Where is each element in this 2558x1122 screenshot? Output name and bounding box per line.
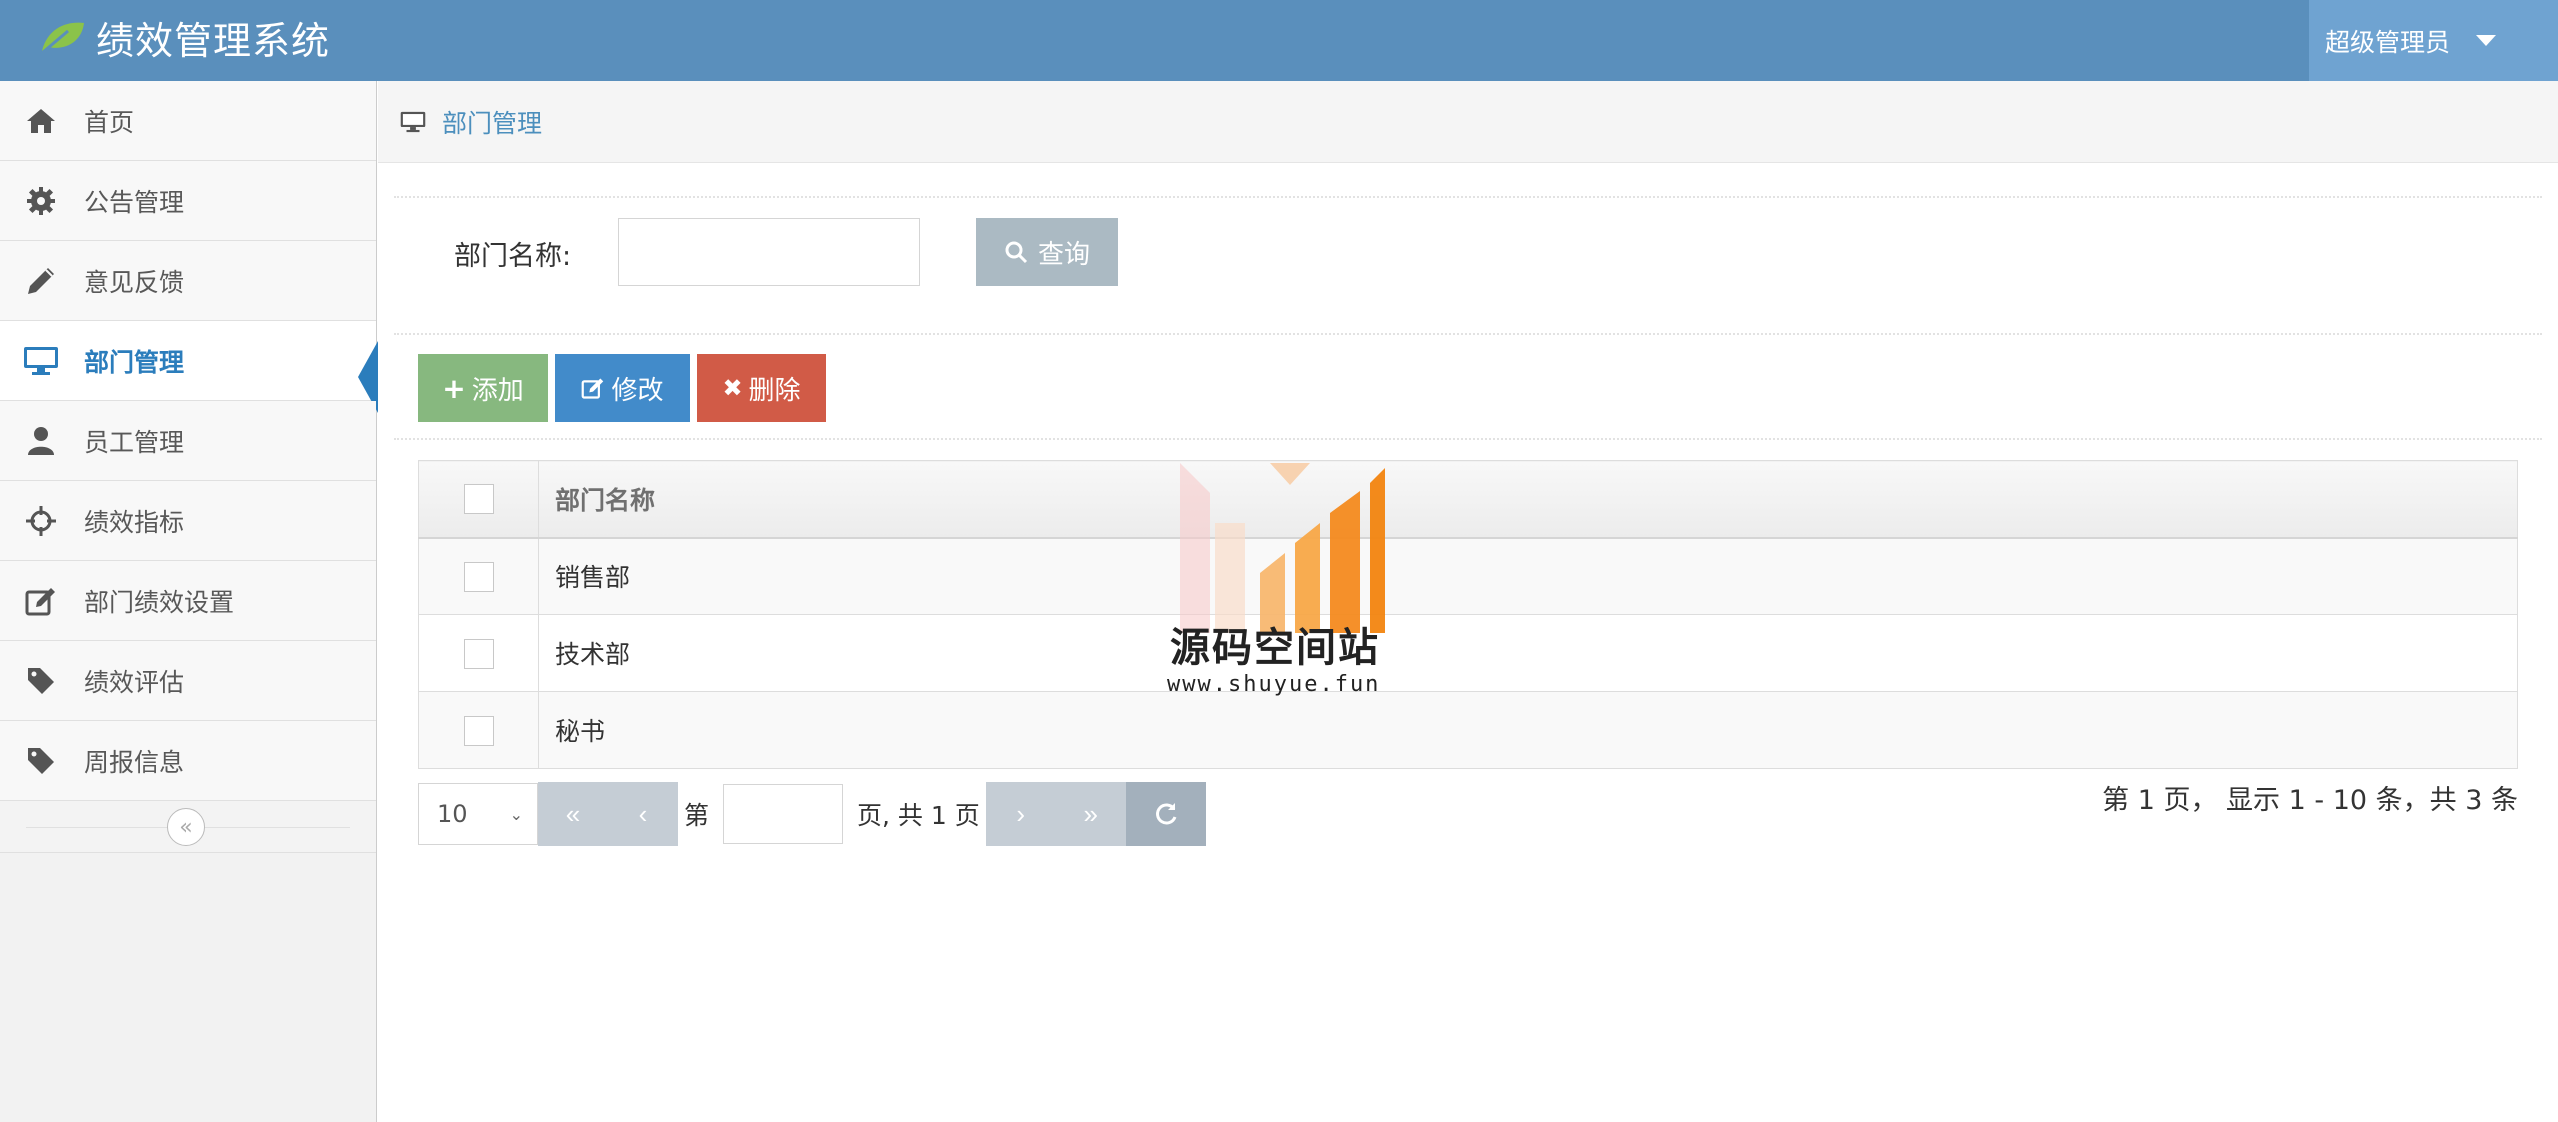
sidebar-item-dept-performance[interactable]: 部门绩效设置 bbox=[0, 561, 376, 641]
select-all-cell bbox=[418, 460, 539, 539]
divider bbox=[394, 333, 2542, 335]
delete-button[interactable]: ✖ 删除 bbox=[697, 354, 826, 422]
add-button[interactable]: + 添加 bbox=[418, 354, 548, 422]
sidebar-item-employee[interactable]: 员工管理 bbox=[0, 401, 376, 481]
table-cell: 销售部 bbox=[538, 537, 2518, 615]
department-name-input[interactable] bbox=[618, 218, 920, 286]
sidebar-item-indicator[interactable]: 绩效指标 bbox=[0, 481, 376, 561]
sidebar-item-label: 公告管理 bbox=[84, 187, 185, 217]
gear-icon bbox=[22, 185, 60, 217]
breadcrumb-label[interactable]: 部门管理 bbox=[442, 104, 542, 140]
add-button-label: 添加 bbox=[471, 375, 524, 406]
row-checkbox[interactable] bbox=[463, 638, 494, 669]
sidebar: 首页 公告管理 意见反馈 部门管理 员工管理 绩效指标 部门绩效设置 绩效评估 … bbox=[0, 81, 378, 1122]
sidebar-item-home[interactable]: 首页 bbox=[0, 81, 376, 161]
sidebar-item-label: 周报信息 bbox=[84, 747, 185, 777]
table-row[interactable]: 销售部 bbox=[418, 537, 2518, 615]
page-number-input[interactable] bbox=[723, 784, 844, 844]
desktop-icon bbox=[22, 345, 60, 377]
edit-button[interactable]: 修改 bbox=[555, 354, 690, 422]
sidebar-item-label: 部门管理 bbox=[84, 347, 185, 377]
page-size-value: 10 bbox=[437, 800, 468, 828]
row-checkbox[interactable] bbox=[463, 715, 494, 746]
edit-icon bbox=[582, 378, 604, 399]
search-icon bbox=[1005, 241, 1028, 264]
sidebar-item-label: 绩效指标 bbox=[84, 507, 185, 537]
table-row[interactable]: 秘书 bbox=[418, 691, 2518, 769]
plus-icon: + bbox=[442, 371, 466, 405]
query-button-label: 查询 bbox=[1037, 239, 1090, 270]
edit-icon bbox=[22, 585, 60, 617]
page-prefix: 第 bbox=[684, 801, 710, 830]
page-size-select[interactable]: 10 ⌄ bbox=[418, 783, 538, 845]
edit-button-label: 修改 bbox=[611, 375, 664, 406]
pencil-icon bbox=[22, 265, 60, 297]
sidebar-item-department[interactable]: 部门管理 bbox=[0, 321, 378, 413]
user-icon bbox=[22, 425, 60, 457]
first-page-button[interactable]: « bbox=[538, 782, 608, 846]
row-checkbox-cell bbox=[418, 691, 539, 769]
divider bbox=[394, 196, 2542, 198]
table-cell: 秘书 bbox=[538, 691, 2518, 769]
divider bbox=[394, 438, 2542, 440]
row-checkbox[interactable] bbox=[463, 561, 494, 592]
prev-page-button[interactable]: ‹ bbox=[608, 782, 678, 846]
sidebar-item-label: 员工管理 bbox=[84, 427, 185, 457]
next-page-button[interactable]: › bbox=[985, 782, 1056, 846]
page-suffix: 页, 共 1 页 bbox=[857, 801, 980, 830]
pager: 10 ⌄ « ‹ 第 页, 共 1 页 › » bbox=[418, 782, 1206, 846]
desktop-icon bbox=[400, 111, 426, 133]
user-menu[interactable]: 超级管理员 bbox=[2309, 0, 2558, 81]
tag-icon bbox=[22, 745, 60, 777]
sidebar-item-label: 部门绩效设置 bbox=[84, 587, 235, 617]
leaf-icon bbox=[41, 22, 84, 55]
user-name: 超级管理员 bbox=[2325, 27, 2451, 57]
watermark-url: www.shuyue.fun bbox=[1167, 672, 1381, 697]
sidebar-collapse-bar: « bbox=[0, 801, 376, 853]
select-all-checkbox[interactable] bbox=[463, 484, 494, 515]
column-header-department-name[interactable]: 部门名称 bbox=[538, 460, 2518, 539]
breadcrumb: 部门管理 bbox=[378, 81, 2558, 163]
refresh-button[interactable] bbox=[1125, 782, 1206, 846]
tag-icon bbox=[22, 665, 60, 697]
home-icon bbox=[22, 105, 60, 137]
watermark-title: 源码空间站 bbox=[1170, 625, 1380, 671]
row-checkbox-cell bbox=[418, 537, 539, 615]
table-header-row: 部门名称 bbox=[418, 460, 2518, 539]
row-checkbox-cell bbox=[418, 614, 539, 692]
close-icon: ✖ bbox=[722, 374, 743, 402]
caret-down-icon bbox=[2476, 35, 2497, 46]
crosshairs-icon bbox=[22, 505, 60, 537]
pager-info: 第 1 页， 显示 1 - 10 条，共 3 条 bbox=[2102, 785, 2518, 816]
table-cell: 技术部 bbox=[538, 614, 2518, 692]
chevron-down-icon: ⌄ bbox=[509, 804, 523, 824]
sidebar-item-notice[interactable]: 公告管理 bbox=[0, 161, 376, 241]
toolbar: + 添加 修改 ✖ 删除 bbox=[418, 354, 826, 422]
brand[interactable]: 绩效管理系统 bbox=[38, 0, 330, 74]
search-label: 部门名称: bbox=[454, 241, 572, 272]
sidebar-item-label: 绩效评估 bbox=[84, 667, 185, 697]
delete-button-label: 删除 bbox=[748, 375, 801, 406]
query-button[interactable]: 查询 bbox=[976, 218, 1118, 286]
app-title: 绩效管理系统 bbox=[96, 18, 331, 63]
last-page-button[interactable]: » bbox=[1055, 782, 1126, 846]
department-table: 部门名称 销售部 技术部 秘书 bbox=[418, 460, 2518, 769]
sidebar-item-weekly-report[interactable]: 周报信息 bbox=[0, 721, 376, 801]
double-chevron-left-icon[interactable]: « bbox=[167, 808, 205, 846]
navbar: 绩效管理系统 超级管理员 bbox=[0, 0, 2558, 81]
sidebar-item-evaluation[interactable]: 绩效评估 bbox=[0, 641, 376, 721]
search-form: 部门名称: 查询 bbox=[394, 200, 2542, 310]
sidebar-item-label: 首页 bbox=[84, 107, 135, 137]
refresh-icon bbox=[1155, 803, 1177, 825]
sidebar-item-feedback[interactable]: 意见反馈 bbox=[0, 241, 376, 321]
table-row[interactable]: 技术部 bbox=[418, 614, 2518, 692]
sidebar-item-label: 意见反馈 bbox=[84, 267, 185, 297]
